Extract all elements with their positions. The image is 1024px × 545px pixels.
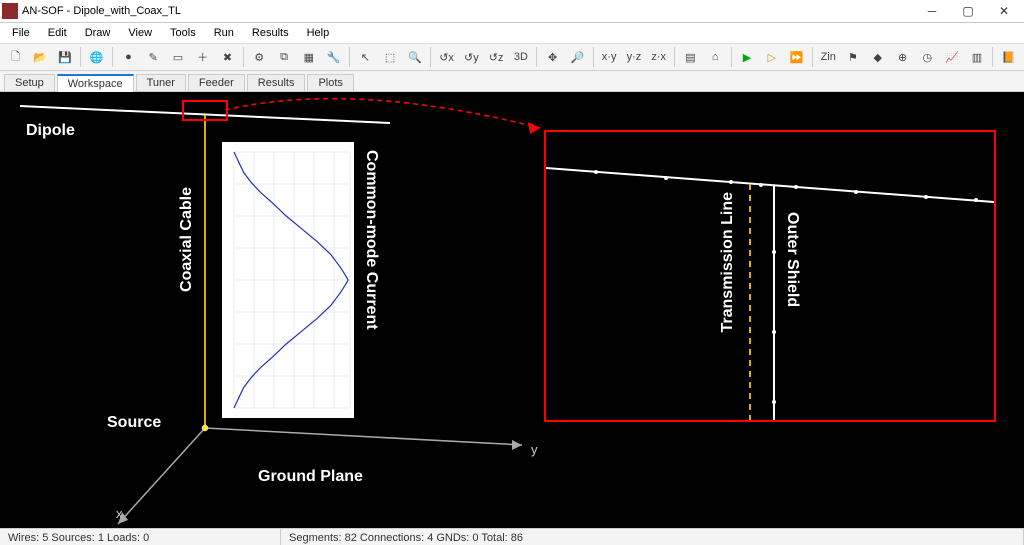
menu-edit[interactable]: Edit [40,25,75,41]
status-bar: Wires: 5 Sources: 1 Loads: 0 Segments: 8… [0,528,1024,545]
toolbar-circle-icon[interactable]: ● [117,45,140,69]
close-button[interactable]: ✕ [986,0,1022,22]
tab-setup[interactable]: Setup [4,74,55,91]
tab-workspace[interactable]: Workspace [57,74,134,92]
toolbar-fwd-icon[interactable]: ⏩ [785,45,808,69]
toolbar-yz-icon[interactable]: y·z [623,45,646,69]
menu-run[interactable]: Run [206,25,242,41]
toolbar-zx-icon[interactable]: z·x [647,45,670,69]
menu-file[interactable]: File [4,25,38,41]
tab-feeder[interactable]: Feeder [188,74,245,91]
toolbar-sheet-icon[interactable]: ▥ [966,45,989,69]
tab-bar: SetupWorkspaceTunerFeederResultsPlots [0,71,1024,92]
minimize-button[interactable]: ─ [914,0,950,22]
toolbar-zoom-icon[interactable]: 🔍 [403,45,426,69]
menu-draw[interactable]: Draw [77,25,119,41]
status-left: Wires: 5 Sources: 1 Loads: 0 [0,529,281,545]
toolbar-move-icon[interactable]: ✥ [541,45,564,69]
source-marker [0,92,1024,528]
menu-view[interactable]: View [120,25,160,41]
workspace-viewport[interactable]: Dipole Coaxial Cable Common-mode Current… [0,92,1024,528]
toolbar-new-icon[interactable]: 🗋 [4,45,27,69]
toolbar-rot-z-icon[interactable]: ↺z [485,45,508,69]
tab-results[interactable]: Results [247,74,306,91]
toolbar-magnify-icon[interactable]: 🔎 [566,45,589,69]
toolbar-grid-icon[interactable]: ▦ [297,45,320,69]
maximize-button[interactable]: ▢ [950,0,986,22]
toolbar-overlap-icon[interactable]: ⧉ [273,45,296,69]
toolbar-chart-icon[interactable]: 📈 [941,45,964,69]
toolbar-flag-icon[interactable]: ⚑ [842,45,865,69]
menu-tools[interactable]: Tools [162,25,204,41]
toolbar-3d-icon[interactable]: 3D [510,45,533,69]
toolbar-rot-x-icon[interactable]: ↺x [435,45,458,69]
toolbar: 🗋📂💾 🌐 ●✎▭＋✖ ⚙⧉▦🔧 ↖⬚🔍 ↺x↺y↺z3D ✥🔎 x·yy·zz·x ▤⌂ ▶▷⏩… [0,44,1024,71]
toolbar-gear-icon[interactable]: ⚙ [248,45,271,69]
status-mid: Segments: 82 Connections: 4 GNDs: 0 Tota… [281,529,1024,545]
toolbar-save-icon[interactable]: 💾 [54,45,77,69]
toolbar-panel-icon[interactable]: ▤ [679,45,702,69]
tab-tuner[interactable]: Tuner [136,74,186,91]
toolbar-pencil-icon[interactable]: ✎ [142,45,165,69]
menubar: File Edit Draw View Tools Run Results He… [0,23,1024,44]
toolbar-square-icon[interactable]: ▭ [167,45,190,69]
window-title: AN-SOF - Dipole_with_Coax_TL [22,5,914,17]
menu-help[interactable]: Help [299,25,338,41]
toolbar-xy-icon[interactable]: x·y [598,45,621,69]
toolbar-open-icon[interactable]: 📂 [29,45,52,69]
toolbar-home-icon[interactable]: ⌂ [704,45,727,69]
titlebar: AN-SOF - Dipole_with_Coax_TL ─ ▢ ✕ [0,0,1024,23]
toolbar-globe-icon[interactable]: 🌐 [85,45,108,69]
toolbar-plus-icon[interactable]: ＋ [191,45,214,69]
toolbar-diamond-icon[interactable]: ◆ [866,45,889,69]
toolbar-step-icon[interactable]: ▷ [760,45,783,69]
toolbar-select-icon[interactable]: ⬚ [379,45,402,69]
toolbar-Z-icon[interactable]: Zin [817,45,840,69]
toolbar-cursor-icon[interactable]: ↖ [354,45,377,69]
toolbar-rot-y-icon[interactable]: ↺y [460,45,483,69]
app-icon [2,3,18,19]
toolbar-earth-icon[interactable]: ⊕ [891,45,914,69]
toolbar-x-icon[interactable]: ✖ [216,45,239,69]
toolbar-book-icon[interactable]: 📙 [997,45,1020,69]
toolbar-play-icon[interactable]: ▶ [736,45,759,69]
toolbar-wrench-icon[interactable]: 🔧 [322,45,345,69]
menu-results[interactable]: Results [244,25,297,41]
tab-plots[interactable]: Plots [307,74,353,91]
toolbar-clock-icon[interactable]: ◷ [916,45,939,69]
